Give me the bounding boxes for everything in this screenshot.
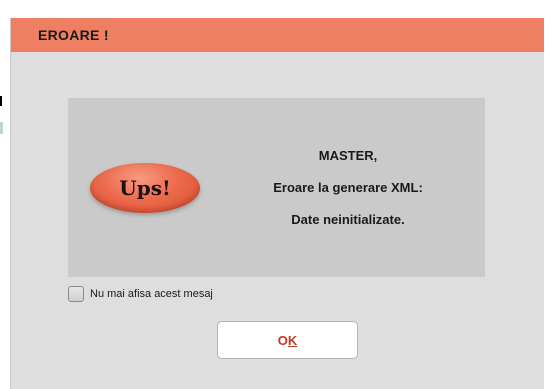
dont-show-again-checkbox[interactable] bbox=[68, 286, 84, 302]
message-line-detail: Date neinitializate. bbox=[291, 212, 405, 227]
ok-label-first: O bbox=[277, 332, 288, 348]
ok-button-label: OK bbox=[278, 333, 298, 348]
ok-button[interactable]: OK bbox=[217, 321, 358, 359]
message-panel: Ups! MASTER, Eroare la generare XML: Dat… bbox=[68, 98, 485, 277]
ups-badge-icon: Ups! bbox=[90, 163, 200, 213]
error-dialog: EROARE ! Ups! MASTER, Eroare la generare… bbox=[10, 18, 544, 389]
ups-badge-text: Ups! bbox=[119, 176, 171, 200]
message-line-error: Eroare la generare XML: bbox=[273, 180, 423, 195]
dont-show-again-label[interactable]: Nu mai afisa acest mesaj bbox=[90, 288, 213, 300]
screen: EROARE ! Ups! MASTER, Eroare la generare… bbox=[0, 0, 551, 389]
ok-label-mnemonic: K bbox=[287, 332, 298, 348]
dont-show-again-row[interactable]: Nu mai afisa acest mesaj bbox=[68, 285, 213, 303]
background-edge-tick bbox=[0, 122, 3, 134]
background-edge-mark bbox=[0, 96, 2, 106]
message-line-recipient: MASTER, bbox=[318, 148, 378, 163]
title-bar[interactable]: EROARE ! bbox=[11, 18, 544, 52]
dialog-title: EROARE ! bbox=[38, 27, 109, 43]
error-message: MASTER, Eroare la generare XML: Date nei… bbox=[228, 140, 468, 236]
